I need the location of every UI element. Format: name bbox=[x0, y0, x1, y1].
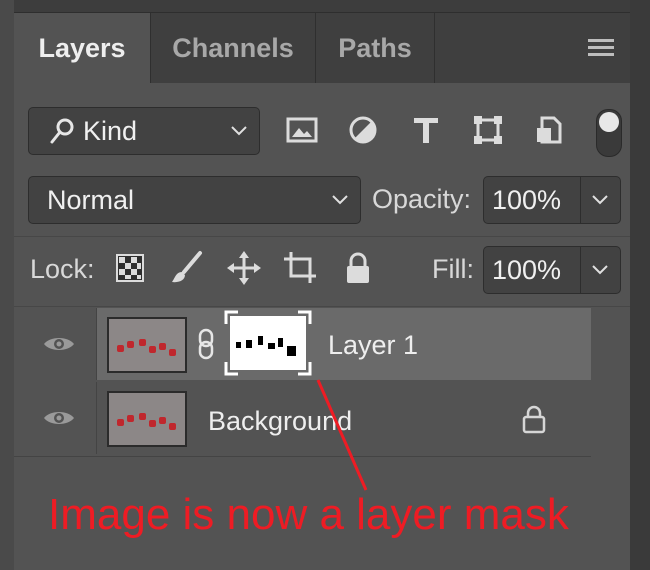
annotation-arrow bbox=[316, 379, 368, 491]
annotation-text: Image is now a layer mask bbox=[48, 490, 569, 539]
